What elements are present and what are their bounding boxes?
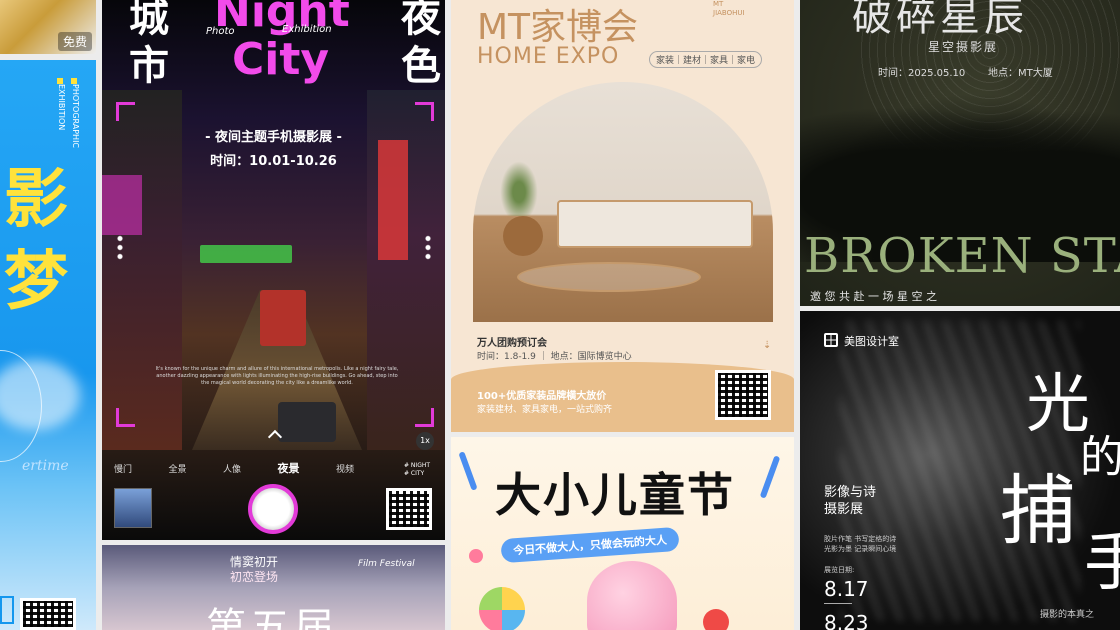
star-place: 地点：MT大厦 — [988, 68, 1053, 79]
kids-title: 大小儿童节 — [495, 468, 735, 522]
exhibit-subtitle: - 夜间主题手机摄影展 - — [205, 130, 342, 145]
flower-decor — [469, 549, 483, 563]
star-invite: 邀 您 共 赴 一 场 星 空 之 — [810, 290, 937, 303]
camera-mode-bar: 慢门 全景 人像 夜景 视频 — [114, 462, 354, 476]
neon-sign-magenta — [102, 175, 142, 235]
frame-corner-tl — [116, 102, 135, 121]
mode-portrait[interactable]: 人像 — [223, 462, 241, 476]
hashtag-text: # NIGHT # CITY — [404, 462, 431, 477]
big-char-bu: 捕 — [1000, 466, 1076, 555]
photo-script: Photo — [206, 26, 235, 37]
gallery-thumbnail[interactable] — [114, 488, 152, 528]
mode-video[interactable]: 视频 — [336, 462, 354, 476]
neon-sign-green — [200, 245, 292, 263]
film-line2: 初恋登场 — [230, 570, 279, 584]
double-chevron-icon: ⇣ — [763, 340, 772, 351]
city-title-left: 城市 — [122, 0, 168, 92]
expo-meeting-title: 万人团购预订会 — [477, 338, 547, 349]
zoom-button[interactable]: 1x — [416, 432, 434, 450]
star-time: 时间：2025.05.10 — [878, 68, 966, 79]
expo-en-title: HOME EXPO — [477, 44, 620, 69]
bottom-icon-box — [0, 596, 14, 624]
sofa — [557, 200, 753, 248]
qr-code — [20, 598, 76, 630]
qr-code — [386, 488, 432, 530]
photographic-vertical-text: PHOTOGRAPHIC — [71, 84, 80, 149]
exhibition-vertical-text: EXHIBITION — [57, 84, 66, 131]
shutter-button[interactable] — [248, 484, 298, 534]
mode-night[interactable]: 夜景 — [278, 460, 300, 476]
frame-corner-tr — [415, 102, 434, 121]
template-card-night-city[interactable]: 城市 夜色 Night Photo Exhibition City - 夜间主题… — [102, 0, 445, 540]
expo-brands-line: 100+优质家装品牌横大放价 — [477, 391, 607, 402]
coffee-table — [517, 262, 701, 292]
date-label: 展览日期: — [824, 566, 855, 574]
light-desc2: 光影为墨 记录瞬间心境 — [824, 545, 897, 553]
night-title-right: 夜色 — [394, 0, 440, 92]
date-start: 8.17 — [824, 577, 869, 601]
template-card-childrens-day[interactable]: 大小儿童节 今日不做大人，只做会玩的大人 — [451, 437, 794, 630]
script-text: ertime — [22, 458, 69, 474]
template-card-broken-star[interactable]: 破碎星辰 星空摄影展 时间：2025.05.10 地点：MT大厦 BROKEN … — [800, 0, 1120, 306]
light-footer: 摄影的本真之 — [1040, 610, 1095, 620]
star-en-title: BROKEN STAR — [804, 228, 1120, 284]
big-char-de: 的 — [1080, 432, 1120, 483]
qr-code — [715, 370, 771, 420]
side-dots-left-icon — [116, 234, 124, 262]
plant — [497, 156, 541, 216]
frame-corner-br — [415, 408, 434, 427]
red-ball-decor — [703, 609, 729, 630]
big-char-shou: 手 — [1084, 526, 1120, 600]
film-festival-label: Film Festival — [358, 559, 415, 569]
pinwheel-decor — [479, 587, 525, 630]
free-badge: 免费 — [57, 32, 92, 51]
date-divider — [824, 603, 852, 604]
expo-title: MT家博会 — [477, 7, 639, 48]
yellow-dot-icon — [57, 78, 63, 84]
yellow-dot-icon — [71, 78, 77, 84]
side-dots-right-icon — [424, 234, 432, 262]
template-card-photo-dream[interactable]: EXHIBITION PHOTOGRAPHIC 影 梦 ertime — [0, 60, 96, 630]
expo-cats-line: 家装建材、家具家电，一站式购齐 — [477, 405, 613, 415]
expo-mt-small: MT — [713, 0, 724, 8]
template-card-light-catcher[interactable]: 美图设计室 光 的 捕 手 影像与诗 摄影展 胶片作笔 书写定格的诗 光影为墨 … — [800, 311, 1120, 630]
brand-icon — [824, 333, 838, 347]
big-char-ying: 影 — [4, 163, 68, 237]
star-title: 破碎星辰 — [852, 0, 1028, 40]
mode-slow-shutter[interactable]: 慢门 — [114, 462, 132, 476]
bus — [260, 290, 306, 346]
film-big-title: 第五届 — [206, 605, 338, 630]
kids-slogan: 今日不做大人，只做会玩的大人 — [500, 526, 680, 564]
star-subtitle: 星空摄影展 — [928, 40, 999, 54]
expo-jiabohui-small: JIABOHUI — [713, 9, 745, 17]
light-title2: 摄影展 — [824, 502, 864, 517]
ice-cream-character — [587, 561, 677, 630]
car — [278, 402, 336, 442]
expo-time-place: 时间：1.8-1.9 ｜ 地点：国际博览中心 — [477, 352, 632, 362]
date-end: 8.23 — [824, 611, 869, 630]
blue-stroke-decor — [759, 455, 781, 499]
brand-name: 美图设计室 — [844, 335, 899, 348]
template-card-home-expo[interactable]: MT家博会 MT JIABOHUI HOME EXPO 家装｜建材｜家具｜家电 … — [451, 0, 794, 432]
city-word: City — [232, 34, 330, 85]
expo-arch-photo — [473, 82, 773, 322]
template-card-topleft[interactable]: 免费 — [0, 0, 96, 54]
side-table — [503, 216, 543, 256]
frame-corner-bl — [116, 408, 135, 427]
big-char-meng: 梦 — [4, 245, 68, 319]
mode-panorama[interactable]: 全景 — [169, 462, 187, 476]
blue-stroke-decor — [458, 451, 478, 491]
exhibit-time: 时间：10.01-10.26 — [210, 154, 337, 169]
expo-category-tag: 家装｜建材｜家具｜家电 — [649, 51, 763, 68]
light-desc1: 胶片作笔 书写定格的诗 — [824, 535, 897, 543]
exhibit-description: It's known for the unique charm and allu… — [155, 366, 399, 386]
cloud-shape — [0, 360, 80, 430]
template-card-film-festival[interactable]: 情窦初开 初恋登场 Film Festival 第五届 — [102, 545, 445, 630]
